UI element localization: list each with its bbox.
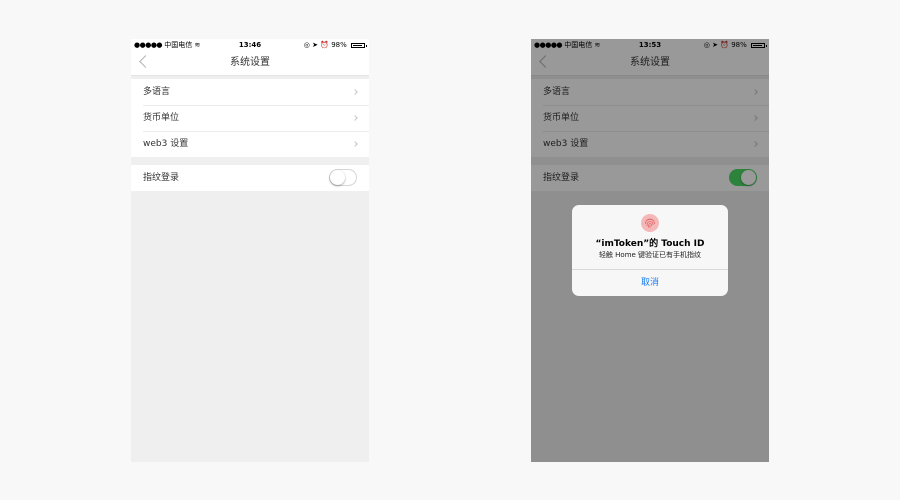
settings-item-web3[interactable]: web3 设置 (131, 131, 369, 157)
chevron-right-icon (352, 89, 358, 95)
battery-percent: 98% (331, 41, 347, 49)
settings-item-currency[interactable]: 货币单位 (131, 105, 369, 131)
lock-rotation-icon: ◎ (303, 41, 310, 49)
cancel-button[interactable]: 取消 (572, 270, 728, 296)
fingerprint-icon (641, 214, 659, 232)
phone-screen-left: ●●●●● 中国电信 ≋ 13:46 ◎ ➤ ⏰ 98% 系统设置 多语言 货币… (131, 39, 369, 462)
settings-item-label: 货币单位 (143, 113, 180, 123)
battery-icon (351, 42, 367, 48)
dialog-message: 轻触 Home 键验证已有手机指纹 (598, 251, 702, 259)
touch-id-dialog: “imToken”的 Touch ID 轻触 Home 键验证已有手机指纹 取消 (572, 205, 728, 296)
alarm-icon: ⏰ (320, 41, 329, 49)
security-list: 指纹登录 (131, 165, 369, 191)
settings-item-label: 多语言 (143, 87, 171, 97)
settings-item-label: web3 设置 (143, 139, 189, 149)
settings-list: 多语言 货币单位 web3 设置 (131, 79, 369, 157)
fingerprint-toggle[interactable] (329, 169, 357, 186)
settings-item-language[interactable]: 多语言 (131, 79, 369, 105)
nav-bar: 系统设置 (131, 51, 369, 76)
page-title: 系统设置 (230, 57, 270, 68)
chevron-right-icon (352, 115, 358, 121)
settings-item-fingerprint: 指纹登录 (131, 165, 369, 191)
chevron-right-icon (352, 141, 358, 147)
status-bar: ●●●●● 中国电信 ≋ 13:46 ◎ ➤ ⏰ 98% (131, 39, 369, 51)
phone-screen-right: ●●●●● 中国电信 ≋ 13:53 ◎ ➤ ⏰ 98% 系统设置 多语言 货币… (531, 39, 769, 462)
dialog-title: “imToken”的 Touch ID (595, 239, 705, 249)
location-icon: ➤ (312, 41, 319, 49)
settings-item-label: 指纹登录 (143, 173, 180, 183)
